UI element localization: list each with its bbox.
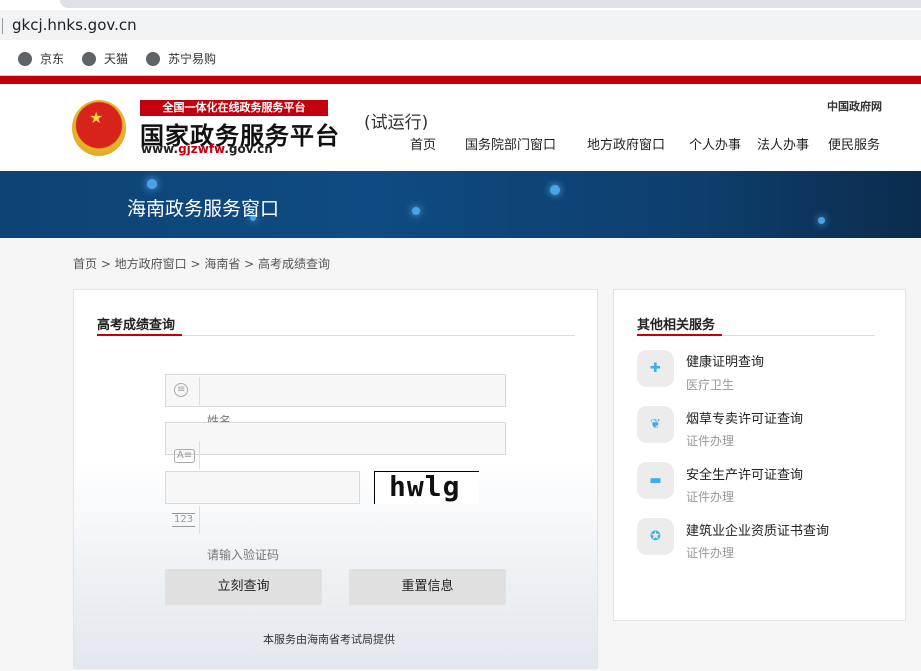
globe-icon	[18, 51, 32, 66]
helmet-icon: ▬	[637, 462, 674, 499]
service-link[interactable]: 健康证明查询	[686, 351, 764, 370]
address-bar[interactable]: gkcj.hnks.gov.cn	[0, 10, 921, 40]
nav-state-council[interactable]: 国务院部门窗口	[465, 134, 556, 153]
service-link[interactable]: 建筑业企业资质证书查询	[686, 520, 829, 539]
services-title: 其他相关服务	[637, 318, 716, 333]
bookmark-label: 苏宁易购	[168, 52, 217, 66]
captcha-image[interactable]: hwlg	[374, 471, 479, 504]
submit-button[interactable]: 立刻查询	[165, 569, 322, 605]
service-category: 证件办理	[686, 546, 735, 560]
id-card-icon: A≡	[174, 449, 196, 463]
nav-home[interactable]: 首页	[410, 134, 436, 153]
nav-convenience[interactable]: 便民服务	[828, 134, 880, 153]
captcha-placeholder: 请输入验证码	[207, 548, 280, 562]
service-link[interactable]: 烟草专卖许可证查询	[686, 408, 803, 427]
bookmarks-bar: 京东 天猫 苏宁易购	[0, 40, 921, 76]
provider-note: 本服务由海南省考试局提供	[263, 633, 395, 646]
nav-local-gov[interactable]: 地方政府窗口	[587, 134, 665, 153]
top-red-bar	[0, 76, 921, 84]
nav-personal[interactable]: 个人办事	[689, 134, 741, 153]
browser-tab-strip	[0, 0, 921, 10]
title-underline	[97, 334, 182, 336]
gov-link[interactable]: 中国政府网	[827, 98, 882, 114]
bookmark-jd[interactable]: 京东	[18, 50, 64, 67]
bookmark-tmall[interactable]: 天猫	[82, 50, 128, 67]
captcha-input[interactable]	[165, 471, 360, 504]
bookmark-label: 京东	[40, 52, 65, 66]
certificate-icon: ✪	[637, 518, 674, 555]
globe-icon	[146, 51, 160, 66]
globe-icon	[82, 51, 96, 66]
logo-banner: 全国一体化在线政务服务平台	[140, 100, 328, 116]
url-text[interactable]: gkcj.hnks.gov.cn	[12, 16, 137, 34]
bookmark-label: 天猫	[104, 52, 129, 66]
national-emblem-logo[interactable]: ★	[72, 100, 126, 156]
service-link[interactable]: 安全生产许可证查询	[686, 464, 803, 483]
leaf-icon: ❦	[637, 406, 674, 443]
name-input[interactable]	[165, 422, 506, 455]
trial-label: (试运行)	[364, 113, 429, 133]
nav-corporate[interactable]: 法人办事	[757, 134, 809, 153]
bookmark-suning[interactable]: 苏宁易购	[146, 50, 216, 67]
service-category: 医疗卫生	[686, 378, 735, 392]
medical-icon: ✚	[637, 350, 674, 387]
exam-number-input[interactable]	[165, 374, 506, 407]
site-header	[0, 84, 921, 171]
logo-url: www.gjzwfw.gov.cn	[141, 142, 273, 156]
service-category: 证件办理	[686, 490, 735, 504]
service-category: 证件办理	[686, 434, 735, 448]
reset-button[interactable]: 重置信息	[349, 569, 506, 605]
banner-title: 海南政务服务窗口	[127, 198, 280, 220]
related-services-card	[613, 289, 906, 621]
number-icon: 123	[172, 513, 196, 527]
name-placeholder: 姓名	[207, 414, 232, 422]
breadcrumb[interactable]: 首页 > 地方政府窗口 > 海南省 > 高考成绩查询	[73, 255, 330, 272]
form-title: 高考成绩查询	[97, 318, 176, 333]
